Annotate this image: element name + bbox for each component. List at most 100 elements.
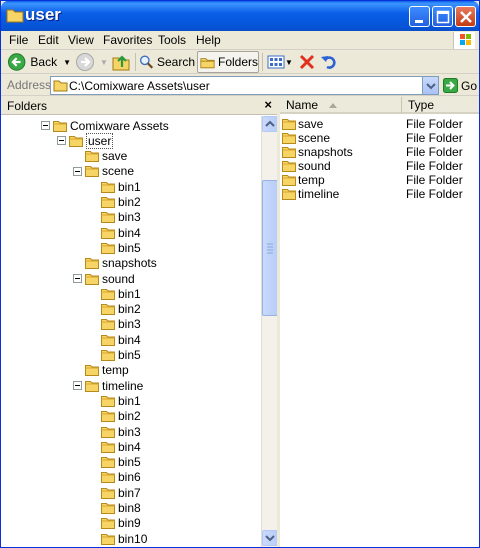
file-row[interactable]: temp File Folder [280,173,479,187]
tree-item[interactable]: temp [85,363,129,378]
chevron-down-icon[interactable]: ▼ [63,58,71,67]
folder-icon [101,395,115,407]
chevron-down-icon[interactable]: ▼ [285,58,293,67]
folder-icon [101,441,115,453]
tree-item[interactable]: bin1 [101,179,141,194]
go-label: Go [460,78,477,93]
maximize-button[interactable] [432,6,453,27]
tree-item[interactable]: save [85,149,127,164]
file-row[interactable]: save File Folder [280,117,479,131]
folder-icon [101,181,115,193]
tree-item-label: bin10 [118,531,148,546]
collapse-toggle-icon[interactable] [73,381,82,391]
collapse-toggle-icon[interactable] [73,166,82,176]
file-row[interactable]: sound File Folder [280,159,479,173]
file-name: save [298,117,324,131]
file-name: sound [298,159,331,173]
file-type: File Folder [406,173,463,187]
folder-icon [101,426,115,438]
title-bar[interactable]: user [1,1,479,31]
file-type: File Folder [406,187,463,201]
scroll-up-button[interactable] [262,116,278,132]
tree-item[interactable]: Comixware Assets [53,118,169,133]
tree-item-label: bin6 [118,470,141,485]
tree-item[interactable]: bin4 [101,225,141,240]
scroll-thumb[interactable] [262,180,278,316]
tree-item[interactable]: timeline [85,378,143,393]
scroll-down-button[interactable] [262,530,278,546]
tree-item[interactable]: bin10 [101,531,147,546]
tree-item-label: bin3 [118,210,141,225]
forward-arrow-icon [76,53,94,71]
tree-item[interactable]: bin3 [101,317,141,332]
toolbar-separator [262,53,263,71]
close-pane-icon[interactable]: × [264,97,272,112]
collapse-toggle-icon[interactable] [57,136,66,146]
tree-item[interactable]: bin2 [101,195,141,210]
folder-icon [85,273,99,285]
undo-button[interactable] [320,51,340,73]
tree-item[interactable]: bin2 [101,302,141,317]
tree-item[interactable]: snapshots [85,256,157,271]
tree-item-label: sound [102,271,135,286]
tree-item[interactable]: bin5 [101,455,141,470]
tree-item-label: bin9 [118,516,141,531]
menu-help[interactable]: Help [196,33,221,47]
search-button[interactable]: Search [139,51,195,73]
tree-item[interactable]: bin2 [101,409,141,424]
close-button[interactable] [455,6,476,27]
file-row[interactable]: snapshots File Folder [280,145,479,159]
delete-icon [299,54,315,70]
menu-bar: File Edit View Favorites Tools Help [1,31,479,50]
go-button[interactable]: Go [443,77,477,94]
tree-item-label: bin2 [118,302,141,317]
up-folder-button[interactable] [111,51,133,73]
address-value: C:\Comixware Assets\user [69,79,210,93]
tree-item[interactable]: bin3 [101,424,141,439]
tree-item[interactable]: bin6 [101,470,141,485]
tree-item[interactable]: scene [85,164,134,179]
tree-scrollbar[interactable] [261,116,278,547]
tree-item-label: bin2 [118,409,141,424]
chevron-up-icon [265,120,275,127]
column-header-type[interactable]: Type [402,97,479,114]
menu-file[interactable]: File [9,33,28,47]
address-input[interactable]: C:\Comixware Assets\user [50,76,439,95]
views-button[interactable]: ▼ [267,51,295,73]
chevron-down-icon[interactable]: ▼ [100,58,108,67]
file-row[interactable]: scene File Folder [280,131,479,145]
tree-item[interactable]: bin1 [101,393,141,408]
minimize-button[interactable] [409,6,430,27]
tree-item-label: temp [102,363,129,378]
back-button[interactable]: Back ▼ [7,51,71,73]
forward-button[interactable]: ▼ [75,51,109,73]
tree-item-label: user [86,132,114,149]
menu-edit[interactable]: Edit [38,33,59,47]
delete-button[interactable] [298,51,318,73]
tree-item[interactable]: sound [85,271,135,286]
tree-item-label: bin3 [118,424,141,439]
menu-view[interactable]: View [68,33,94,47]
address-dropdown-button[interactable] [422,77,438,94]
folders-button[interactable]: Folders [197,51,259,73]
tree-item[interactable]: bin9 [101,516,141,531]
tree-item[interactable]: bin1 [101,286,141,301]
tree-item[interactable]: user [69,132,114,149]
tree-item[interactable]: bin7 [101,485,141,500]
tree-item[interactable]: bin5 [101,240,141,255]
explorer-window: user File Edit View Favorites Tools Help [0,0,480,548]
menu-favorites[interactable]: Favorites [103,33,152,47]
folder-icon [85,151,99,163]
column-header-name[interactable]: Name [280,97,402,114]
file-row[interactable]: timeline File Folder [280,187,479,201]
tree-item[interactable]: bin4 [101,439,141,454]
tree-item[interactable]: bin3 [101,210,141,225]
tree-item[interactable]: bin4 [101,332,141,347]
tree-item[interactable]: bin8 [101,501,141,516]
collapse-toggle-icon[interactable] [41,121,50,130]
folders-pane: Folders × Comixware Assets user save scene b… [1,97,278,547]
collapse-toggle-icon[interactable] [73,274,82,283]
chevron-down-icon [426,83,436,90]
menu-tools[interactable]: Tools [158,33,186,47]
tree-item[interactable]: bin5 [101,348,141,363]
